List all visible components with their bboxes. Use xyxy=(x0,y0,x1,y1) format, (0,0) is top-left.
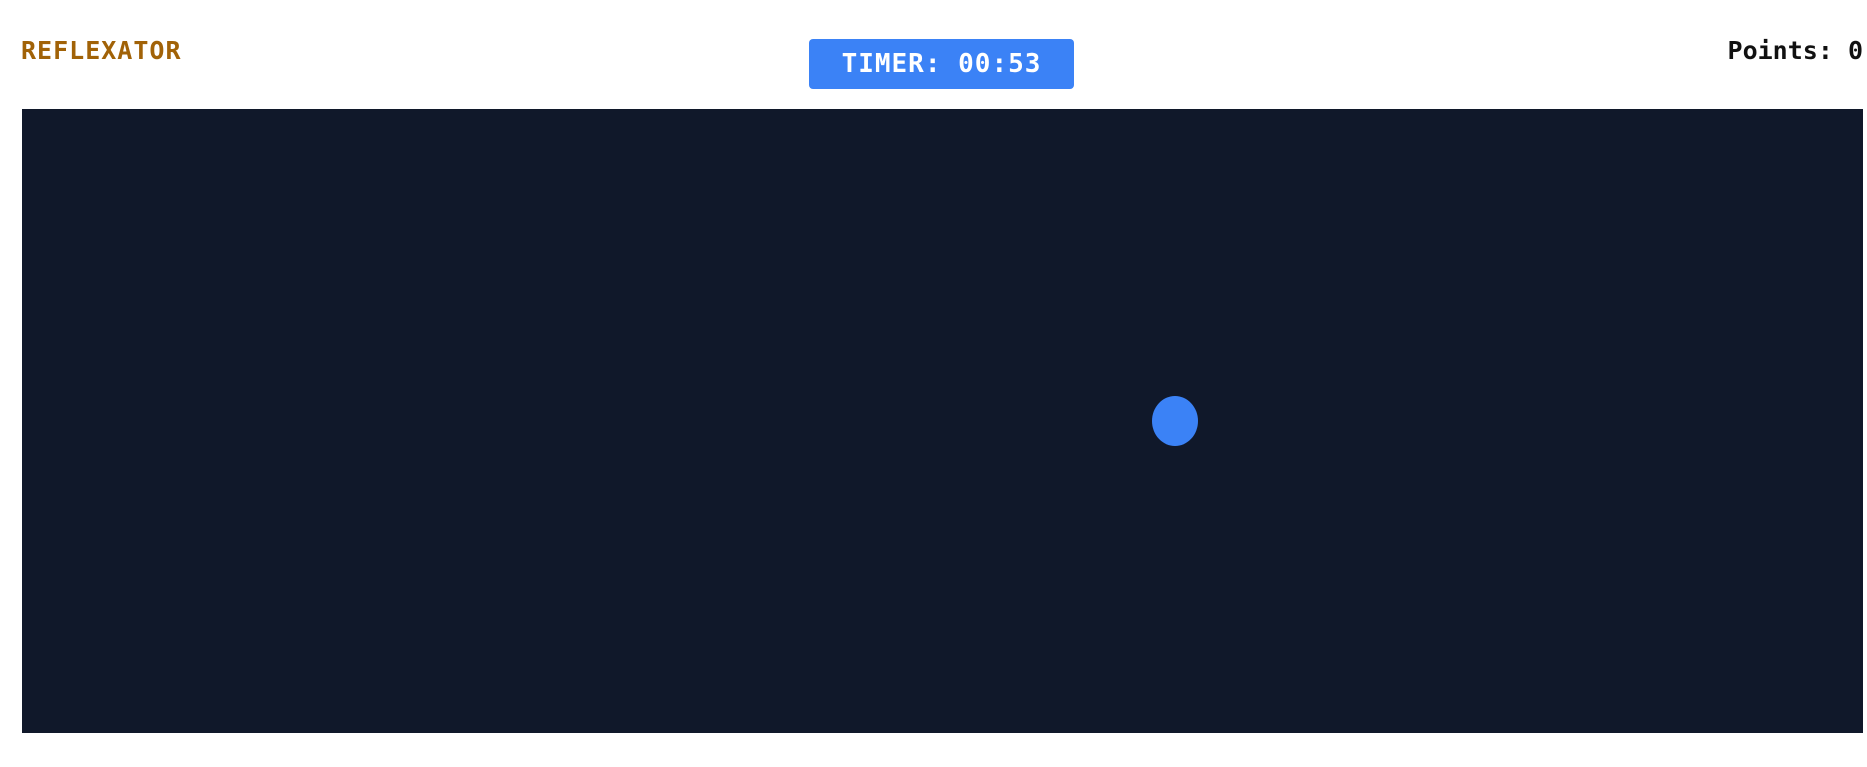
points-display: Points: 0 xyxy=(1728,36,1863,65)
target-dot[interactable] xyxy=(1152,396,1198,446)
game-title: REFLEXATOR xyxy=(21,36,182,65)
points-label: Points: xyxy=(1727,36,1833,65)
timer-label: TIMER: xyxy=(841,49,942,79)
game-header: REFLEXATOR TIMER: 00:53 Points: 0 xyxy=(0,0,1867,108)
points-value: 0 xyxy=(1847,36,1863,65)
game-area[interactable] xyxy=(22,109,1863,733)
timer-value: 00:53 xyxy=(958,49,1042,79)
timer-badge: TIMER: 00:53 xyxy=(809,39,1074,89)
